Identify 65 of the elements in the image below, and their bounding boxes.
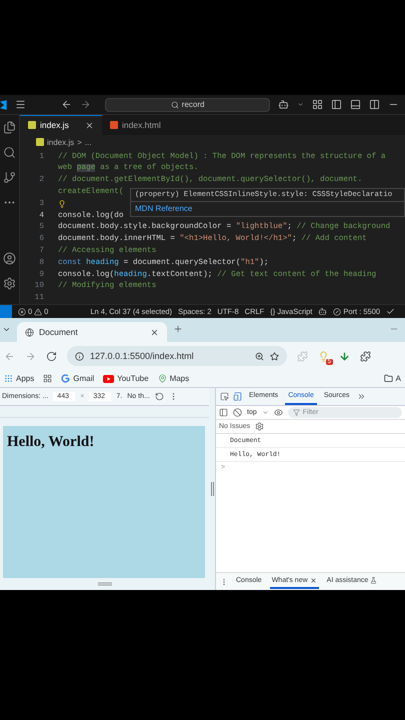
close-icon[interactable] [150,328,159,336]
tab-groups-icon[interactable] [43,374,52,383]
reference-link[interactable]: MDN Reference [131,202,404,216]
address-bar[interactable]: 127.0.0.1:5500/index.html [67,346,287,366]
flask-icon [370,577,378,584]
close-icon[interactable] [85,120,94,130]
reload-icon[interactable] [46,350,57,362]
bookmark[interactable]: YouTube [103,374,149,383]
inspect-icon[interactable] [220,392,229,401]
split-icon[interactable] [369,99,380,110]
caret-icon[interactable] [297,101,304,108]
menu-icon[interactable] [14,99,26,110]
bookmark-folder[interactable]: A [384,374,401,383]
bot-icon[interactable] [318,307,328,316]
sidebar-icon[interactable] [219,408,228,417]
file-icon [110,121,118,130]
settings-icon[interactable] [255,422,264,431]
apps-icon[interactable] [4,374,13,383]
tab-list-icon[interactable] [2,325,11,334]
extensions-icon[interactable] [360,350,371,362]
eye-icon[interactable] [274,408,283,417]
source-control-icon[interactable] [3,171,16,184]
bot-icon[interactable] [278,99,289,110]
layout-icon[interactable] [312,99,323,110]
resize-handle[interactable] [98,582,112,586]
rotate-icon[interactable] [154,392,164,401]
caret-icon[interactable] [262,409,269,416]
bookmark[interactable]: Maps [158,374,190,383]
command-search-field[interactable]: record [105,98,270,112]
settings-icon[interactable] [3,277,16,290]
download-icon[interactable] [339,350,350,362]
port-icon[interactable] [333,308,342,316]
forward-icon[interactable] [80,99,92,110]
filter-icon[interactable] [292,409,300,416]
warning-icon[interactable] [34,308,42,316]
device-icon[interactable] [233,392,242,401]
google-icon[interactable] [61,374,70,383]
panel-toggle-icon[interactable] [350,99,361,110]
play-icon[interactable] [103,374,114,382]
close-icon[interactable] [310,577,317,584]
app-logo-icon [0,98,7,110]
explorer-icon[interactable] [3,121,16,134]
breadcrumb-item[interactable]: ... [84,138,92,147]
sidebar-toggle-icon[interactable] [331,99,342,110]
map-pin-icon[interactable] [158,374,167,383]
browser-tab[interactable]: Document [17,322,167,342]
search-icon[interactable] [3,146,16,159]
search-icon[interactable] [170,100,179,108]
globe-icon[interactable] [25,328,34,336]
back-icon[interactable] [61,99,72,110]
editor-tab[interactable]: index.js [20,115,102,135]
breadcrumb-separator: > [77,138,82,147]
breadcrumb-item[interactable]: index.js [47,138,74,147]
error-icon[interactable] [18,308,26,316]
check-icon[interactable] [386,307,396,316]
split-handle[interactable] [210,482,214,496]
bookmark[interactable]: Apps [4,374,34,383]
account-icon[interactable] [3,252,16,265]
page-heading: Hello, World! [7,434,96,451]
extension-icon[interactable] [318,350,329,362]
bookmark[interactable]: Gmail [61,374,94,383]
more-tabs-icon[interactable] [356,392,366,401]
lightbulb-icon[interactable] [58,200,66,208]
new-tab-icon[interactable] [173,324,183,334]
clear-icon[interactable] [233,408,242,417]
